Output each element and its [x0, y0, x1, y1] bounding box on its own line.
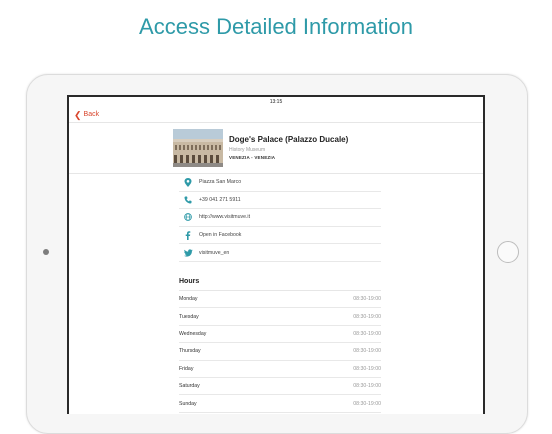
status-bar-time: 13:15: [269, 99, 283, 105]
contact-address[interactable]: Piazza San Marco: [179, 174, 381, 192]
page-headline: Access Detailed Information: [139, 14, 413, 39]
hours-row-wednesday: Wednesday 08:30-19:00: [179, 326, 381, 344]
time-range: 08:30-19:00: [353, 296, 381, 303]
facebook-icon: [179, 230, 197, 240]
time-range: 08:30-19:00: [353, 383, 381, 390]
navigation-bar: ❮ Back: [69, 107, 483, 123]
place-header: Doge's Palace (Palazzo Ducale) History M…: [173, 129, 383, 167]
place-title: Doge's Palace (Palazzo Ducale): [229, 135, 349, 144]
hours-section-title: Hours: [179, 278, 200, 285]
contact-website[interactable]: http://www.visitmuve.it: [179, 209, 381, 227]
contact-twitter-text: visitmuve_en: [199, 249, 230, 256]
hours-row-friday: Friday 08:30-19:00: [179, 361, 381, 378]
contact-phone[interactable]: +39 041 271 5911: [179, 192, 381, 210]
hours-row-saturday: Saturday 08:30-19:00: [179, 378, 381, 396]
camera-dot: [43, 249, 49, 255]
place-photo: [173, 129, 223, 167]
twitter-icon: [179, 249, 197, 257]
day-label: Thursday: [179, 348, 201, 355]
back-button[interactable]: ❮ Back: [74, 109, 99, 121]
hours-list: Monday 08:30-19:00 Tuesday 08:30-19:00 Wed…: [179, 290, 381, 413]
hours-row-thursday: Thursday 08:30-19:00: [179, 343, 381, 361]
contact-twitter[interactable]: visitmuve_en: [179, 244, 381, 262]
time-range: 08:30-19:00: [353, 365, 381, 372]
day-label: Sunday: [179, 400, 197, 407]
day-label: Monday: [179, 296, 198, 303]
time-range: 08:30-19:00: [353, 348, 381, 355]
time-range: 08:30-19:00: [353, 313, 381, 320]
contact-phone-text: +39 041 271 5911: [199, 196, 241, 203]
map-pin-icon: [179, 177, 197, 187]
time-range: 08:30-19:00: [353, 330, 381, 337]
contact-list: Piazza San Marco +39 041 271 5911 http:/…: [179, 174, 381, 262]
app-screen: 13:15 ❮ Back Doge's Palace (Palazzo Duca…: [67, 95, 485, 414]
hours-row-sunday: Sunday 08:30-19:00: [179, 395, 381, 413]
hours-row-tuesday: Tuesday 08:30-19:00: [179, 308, 381, 326]
day-label: Saturday: [179, 383, 200, 390]
time-range: 08:30-19:00: [353, 400, 381, 407]
home-button[interactable]: [497, 241, 519, 263]
chevron-left-icon: ❮: [74, 110, 82, 120]
contact-address-text: Piazza San Marco: [199, 179, 242, 186]
place-location: VENEZIA - VENEZIA: [229, 155, 276, 160]
hours-row-monday: Monday 08:30-19:00: [179, 291, 381, 309]
back-label: Back: [83, 111, 100, 118]
day-label: Friday: [179, 365, 194, 372]
globe-icon: [179, 213, 197, 222]
day-label: Tuesday: [179, 313, 199, 320]
phone-icon: [179, 196, 197, 204]
contact-facebook[interactable]: Open in Facebook: [179, 227, 381, 245]
day-label: Wednesday: [179, 330, 207, 337]
contact-website-text: http://www.visitmuve.it: [199, 214, 251, 221]
place-category: History Museum: [229, 147, 266, 153]
contact-facebook-text: Open in Facebook: [199, 232, 242, 239]
